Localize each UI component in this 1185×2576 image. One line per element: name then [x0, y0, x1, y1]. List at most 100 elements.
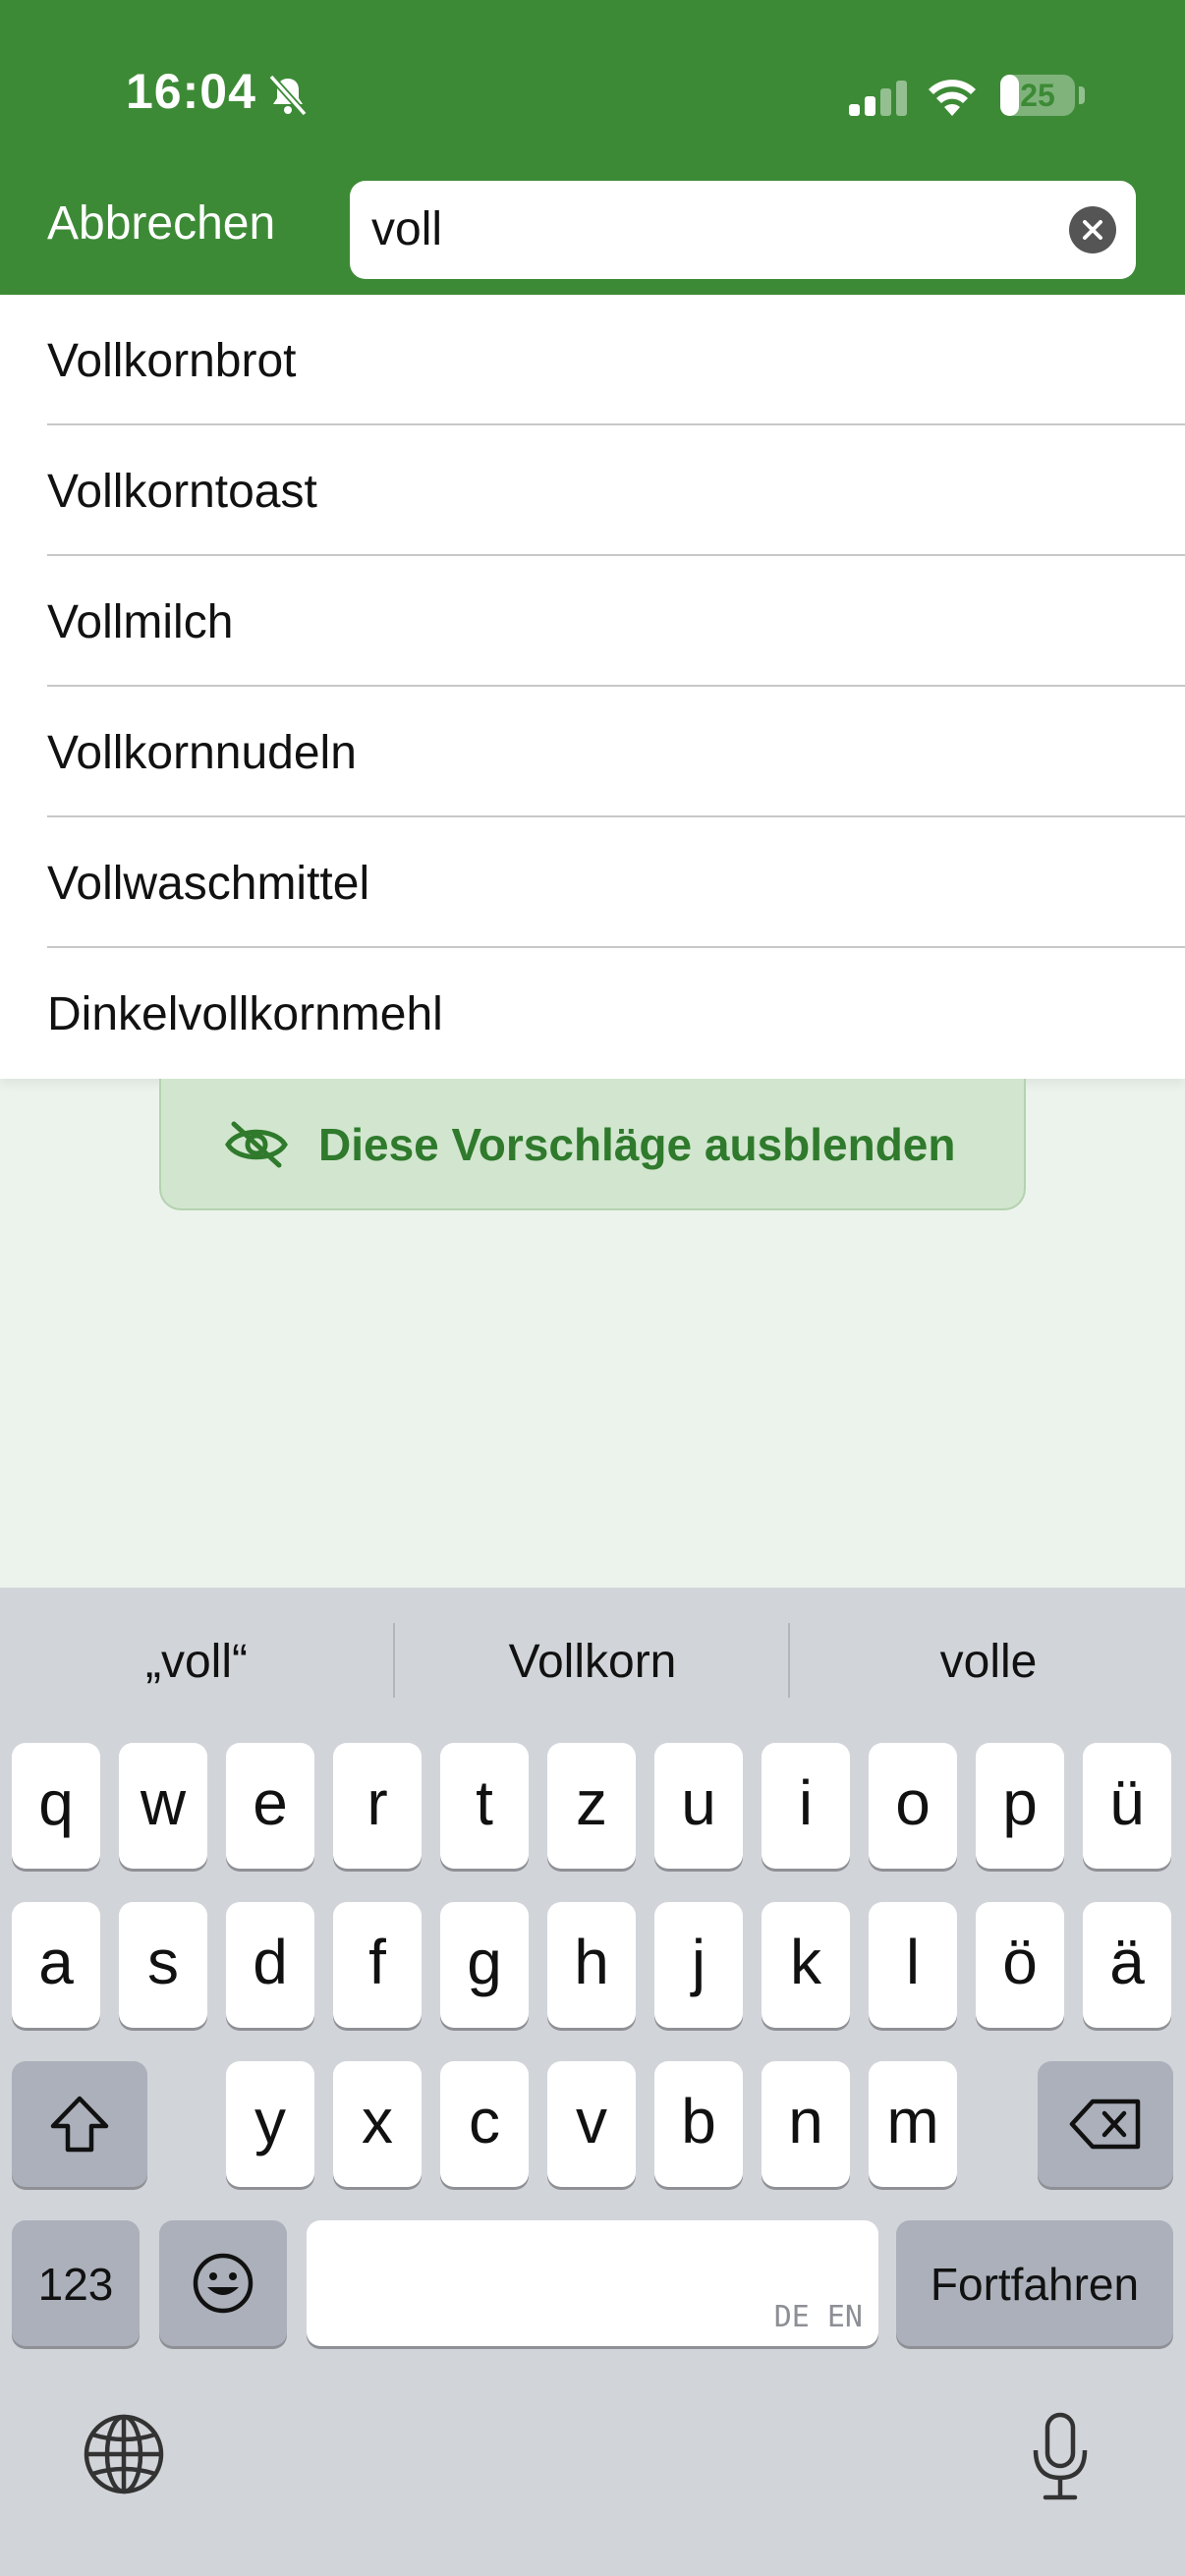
key-f[interactable]: f	[333, 1902, 422, 2028]
key-label: l	[905, 1927, 921, 1997]
divider	[788, 1623, 790, 1698]
key-ü[interactable]: ü	[1083, 1743, 1171, 1869]
key-label: j	[691, 1927, 706, 1997]
key-label: a	[38, 1927, 74, 1997]
shift-key[interactable]	[12, 2061, 147, 2187]
key-j[interactable]: j	[654, 1902, 743, 2028]
key-label: i	[798, 1767, 814, 1838]
divider	[393, 1623, 395, 1698]
backspace-key[interactable]	[1038, 2061, 1173, 2187]
key-p[interactable]: p	[976, 1743, 1064, 1869]
suggestion-item[interactable]: Dinkelvollkornmehl	[0, 948, 1185, 1079]
cancel-button[interactable]: Abbrechen	[47, 196, 275, 251]
battery-level: 25	[1020, 78, 1055, 113]
key-label: m	[886, 2086, 939, 2156]
clear-search-button[interactable]	[1069, 206, 1116, 253]
key-label: p	[1002, 1767, 1038, 1838]
suggestion-label: Vollkornbrot	[47, 335, 297, 387]
key-u[interactable]: u	[654, 1743, 743, 1869]
suggestion-item[interactable]: Vollwaschmittel	[0, 817, 1185, 948]
key-k[interactable]: k	[762, 1902, 850, 2028]
hide-suggestions-button[interactable]: Diese Vorschläge ausblenden	[159, 1079, 1026, 1210]
prediction-item[interactable]: Vollkorn	[396, 1635, 789, 1689]
key-v[interactable]: v	[547, 2061, 636, 2187]
app-header: 16:04 25 Abbrechen voll	[0, 0, 1185, 295]
space-key[interactable]: DE EN	[307, 2220, 878, 2346]
status-time: 16:04	[126, 64, 256, 119]
key-s[interactable]: s	[119, 1902, 207, 2028]
key-label: w	[140, 1767, 187, 1838]
key-ä[interactable]: ä	[1083, 1902, 1171, 2028]
search-input[interactable]: voll	[371, 202, 442, 256]
key-label: x	[362, 2086, 393, 2156]
key-label: ä	[1109, 1927, 1145, 1997]
key-label: z	[576, 1767, 607, 1838]
keyboard: „voll“ Vollkorn volle qwe r t z u i opü a s d f g h…	[0, 1588, 1185, 2576]
prediction-bar: „voll“ Vollkorn volle	[0, 1588, 1185, 1735]
suggestion-item[interactable]: Vollkornbrot	[0, 295, 1185, 425]
key-l[interactable]: l	[869, 1902, 957, 2028]
suggestion-label: Vollkornnudeln	[47, 727, 357, 779]
key-label: t	[476, 1767, 493, 1838]
wifi-icon	[929, 80, 976, 116]
return-key-label: Fortfahren	[930, 2259, 1140, 2310]
emoji-key[interactable]	[159, 2220, 287, 2346]
key-a[interactable]: a	[12, 1902, 100, 2028]
key-label: e	[253, 1767, 288, 1838]
key-label: d	[253, 1927, 288, 1997]
key-n[interactable]: n	[762, 2061, 850, 2187]
key-label: q	[38, 1767, 74, 1838]
suggestion-label: Dinkelvollkornmehl	[47, 988, 443, 1040]
eye-slash-icon	[225, 1121, 288, 1168]
key-label: h	[574, 1927, 609, 1997]
key-label: k	[790, 1927, 821, 1997]
key-label: g	[467, 1927, 502, 1997]
battery-tip	[1079, 86, 1085, 104]
numbers-key[interactable]: 123	[12, 2220, 140, 2346]
suggestion-item[interactable]: Vollmilch	[0, 556, 1185, 687]
key-e[interactable]: e	[226, 1743, 314, 1869]
suggestion-label: Vollkorntoast	[47, 466, 317, 518]
prediction-item[interactable]: volle	[792, 1635, 1185, 1689]
key-t[interactable]: t	[440, 1743, 529, 1869]
suggestion-list: Vollkornbrot Vollkorntoast Vollmilch Vol…	[0, 295, 1185, 1079]
key-d[interactable]: d	[226, 1902, 314, 2028]
hide-suggestions-label: Diese Vorschläge ausblenden	[318, 1119, 956, 1170]
key-b[interactable]: b	[654, 2061, 743, 2187]
key-r[interactable]: r	[333, 1743, 422, 1869]
key-x[interactable]: x	[333, 2061, 422, 2187]
globe-icon[interactable]	[83, 2413, 165, 2495]
key-label: u	[681, 1767, 716, 1838]
key-label: b	[681, 2086, 716, 2156]
key-o[interactable]: o	[869, 1743, 957, 1869]
key-c[interactable]: c	[440, 2061, 529, 2187]
search-field[interactable]: voll	[350, 181, 1136, 279]
key-ö[interactable]: ö	[976, 1902, 1064, 2028]
microphone-icon[interactable]	[1028, 2411, 1093, 2501]
key-label: ü	[1109, 1767, 1145, 1838]
key-y[interactable]: y	[226, 2061, 314, 2187]
space-language-hint: DE EN	[773, 2300, 863, 2334]
suggestion-item[interactable]: Vollkorntoast	[0, 425, 1185, 556]
return-key[interactable]: Fortfahren	[896, 2220, 1173, 2346]
prediction-item[interactable]: „voll“	[0, 1635, 393, 1689]
battery-icon: 25	[1000, 75, 1075, 116]
key-i[interactable]: i	[762, 1743, 850, 1869]
shift-icon	[50, 2096, 109, 2153]
key-q[interactable]: q	[12, 1743, 100, 1869]
key-label: ö	[1002, 1927, 1038, 1997]
suggestion-label: Vollwaschmittel	[47, 858, 370, 910]
key-h[interactable]: h	[547, 1902, 636, 2028]
suggestion-item[interactable]: Vollkornnudeln	[0, 687, 1185, 817]
key-label: v	[576, 2086, 607, 2156]
backspace-icon	[1069, 2099, 1141, 2150]
key-g[interactable]: g	[440, 1902, 529, 2028]
key-w[interactable]: w	[119, 1743, 207, 1869]
bell-slash-icon	[268, 74, 308, 117]
key-m[interactable]: m	[869, 2061, 957, 2187]
key-label: r	[367, 1767, 388, 1838]
suggestion-label: Vollmilch	[47, 596, 234, 648]
cellular-signal-icon	[849, 81, 907, 116]
numbers-key-label: 123	[37, 2259, 114, 2310]
key-z[interactable]: z	[547, 1743, 636, 1869]
